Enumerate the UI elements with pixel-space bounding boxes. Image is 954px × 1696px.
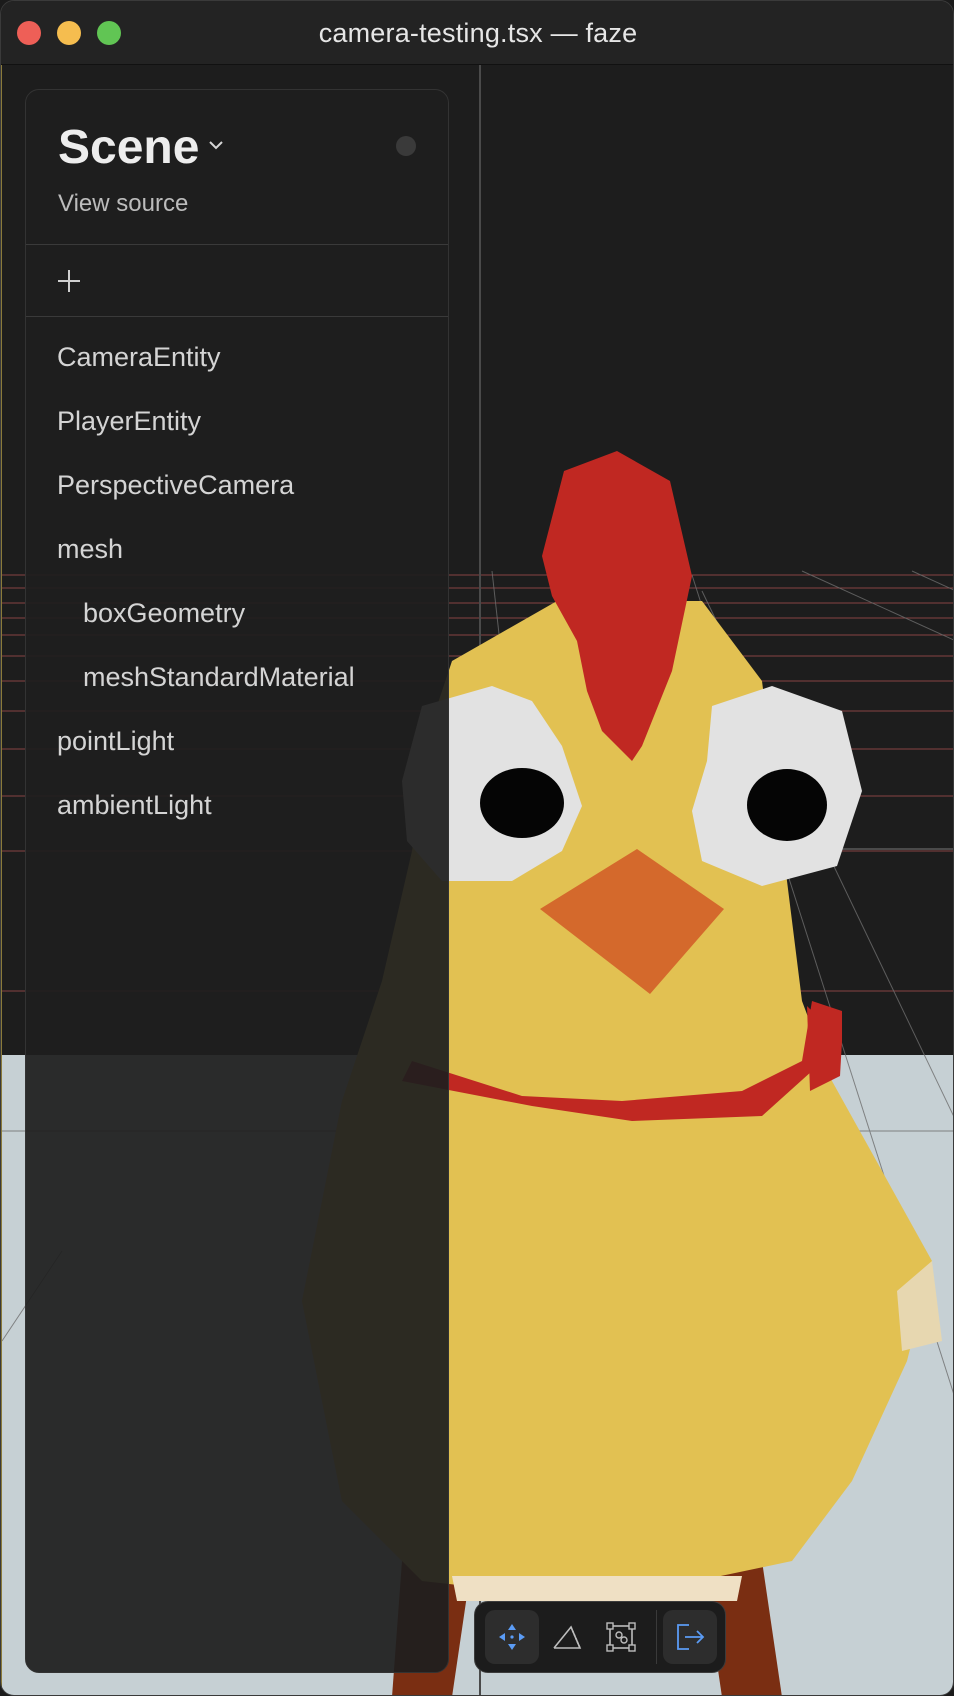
exit-tool-button[interactable] (663, 1610, 717, 1664)
tree-item-mesh-standard-material[interactable]: meshStandardMaterial (26, 645, 448, 709)
tree-item-player-entity[interactable]: PlayerEntity (26, 389, 448, 453)
bounding-box-tool-button[interactable] (594, 1610, 648, 1664)
tree-item-camera-entity[interactable]: CameraEntity (26, 325, 448, 389)
tree-item-perspective-camera[interactable]: PerspectiveCamera (26, 453, 448, 517)
scene-title[interactable]: Scene (58, 120, 199, 175)
move-icon (499, 1624, 525, 1650)
tree-item-box-geometry[interactable]: boxGeometry (26, 581, 448, 645)
bounding-box-icon (606, 1622, 636, 1652)
plus-icon[interactable] (56, 268, 82, 294)
view-source-link[interactable]: View source (58, 190, 188, 218)
perspective-icon (553, 1625, 582, 1649)
exit-icon (677, 1624, 705, 1650)
add-entity-row (26, 245, 448, 317)
viewport-toolbar (474, 1601, 726, 1673)
panel-header: Scene View source (26, 90, 448, 245)
tree-item-mesh[interactable]: mesh (26, 517, 448, 581)
app-window: camera-testing.tsx — faze Scene View sou… (0, 0, 954, 1696)
perspective-tool-button[interactable] (540, 1610, 594, 1664)
status-indicator (396, 136, 416, 156)
toolbar-divider (656, 1610, 657, 1664)
tree-item-ambient-light[interactable]: ambientLight (26, 773, 448, 837)
scene-panel: Scene View source CameraEntity PlayerEnt… (25, 89, 449, 1673)
window-title: camera-testing.tsx — faze (318, 18, 638, 48)
chevron-down-icon[interactable] (206, 135, 226, 155)
title-bar: camera-testing.tsx — faze (1, 1, 953, 65)
scene-tree: CameraEntity PlayerEntity PerspectiveCam… (26, 317, 448, 837)
move-tool-button[interactable] (485, 1610, 539, 1664)
tree-item-point-light[interactable]: pointLight (26, 709, 448, 773)
